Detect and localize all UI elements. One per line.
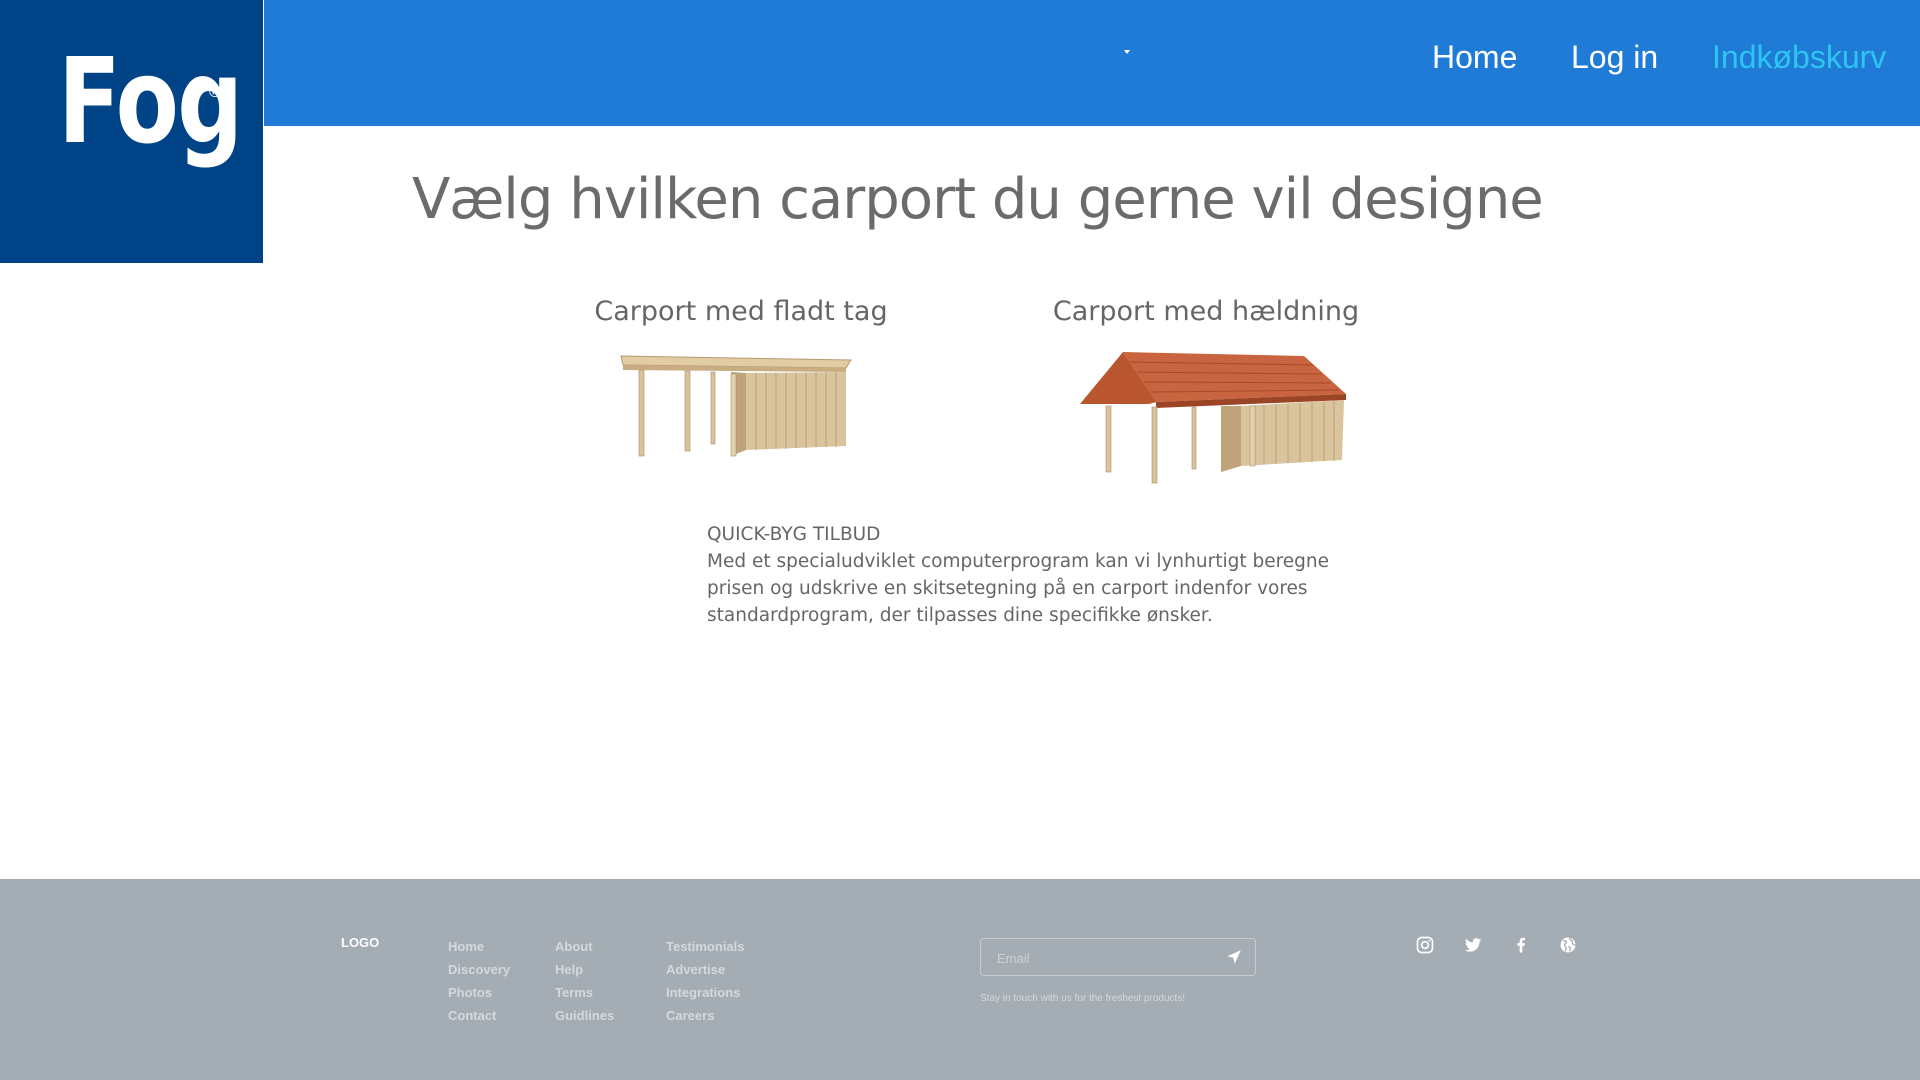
nav-login-link[interactable]: Log in [1571, 37, 1658, 77]
nav-home-link[interactable]: Home [1432, 37, 1517, 77]
card-title-pitched: Carport med hældning [1052, 296, 1360, 327]
footer-link-home[interactable]: Home [448, 935, 510, 958]
footer-column-1: Home Discovery Photos Contact [448, 935, 510, 1027]
fog-logo[interactable]: Fog ® [0, 0, 264, 264]
carport-flat-roof-card[interactable]: Carport med fladt tag [561, 290, 921, 490]
send-icon[interactable] [1225, 948, 1243, 966]
footer-link-contact[interactable]: Contact [448, 1004, 510, 1027]
footer-link-terms[interactable]: Terms [555, 981, 614, 1004]
page-title: Vælg hvilken carport du gerne vil design… [412, 167, 1544, 232]
info-body: Med et specialudviklet computerprogram k… [707, 551, 1330, 626]
newsletter-form [980, 938, 1256, 976]
card-title-flat: Carport med fladt tag [594, 296, 888, 327]
footer-link-help[interactable]: Help [555, 958, 614, 981]
site-footer: LOGO Home Discovery Photos Contact About… [0, 879, 1920, 1080]
carport-pitched-roof-card[interactable]: Carport med hældning [1026, 290, 1386, 490]
footer-link-careers[interactable]: Careers [666, 1004, 745, 1027]
globe-icon[interactable] [1558, 935, 1578, 955]
footer-link-advertise[interactable]: Advertise [666, 958, 745, 981]
caret-down-icon[interactable] [1124, 50, 1130, 54]
logo-text: Fog [58, 32, 243, 170]
nav-cart-link[interactable]: Indkøbskurv [1712, 37, 1886, 77]
quick-build-info: QUICK-BYG TILBUD Med et specialudviklet … [707, 521, 1337, 629]
footer-link-about[interactable]: About [555, 935, 614, 958]
registered-mark: ® [207, 82, 223, 101]
footer-column-3: Testimonials Advertise Integrations Care… [666, 935, 745, 1027]
footer-link-discovery[interactable]: Discovery [448, 958, 510, 981]
footer-logo[interactable]: LOGO [341, 935, 379, 950]
footer-link-testimonials[interactable]: Testimonials [666, 935, 745, 958]
pitched-roof-carport-image[interactable] [1026, 344, 1386, 484]
info-heading: QUICK-BYG TILBUD [707, 524, 881, 545]
twitter-icon[interactable] [1463, 935, 1483, 955]
facebook-icon[interactable] [1511, 935, 1531, 955]
instagram-icon[interactable] [1415, 935, 1435, 955]
email-input[interactable] [997, 948, 1197, 968]
flat-roof-carport-image[interactable] [561, 344, 921, 484]
footer-link-photos[interactable]: Photos [448, 981, 510, 1004]
footer-link-integrations[interactable]: Integrations [666, 981, 745, 1004]
newsletter-tagline: Stay in touch with us for the freshest p… [980, 993, 1186, 1004]
footer-column-2: About Help Terms Guidlines [555, 935, 614, 1027]
top-nav-bar: Home Log in Indkøbskurv [0, 0, 1920, 126]
footer-link-guidlines[interactable]: Guidlines [555, 1004, 614, 1027]
